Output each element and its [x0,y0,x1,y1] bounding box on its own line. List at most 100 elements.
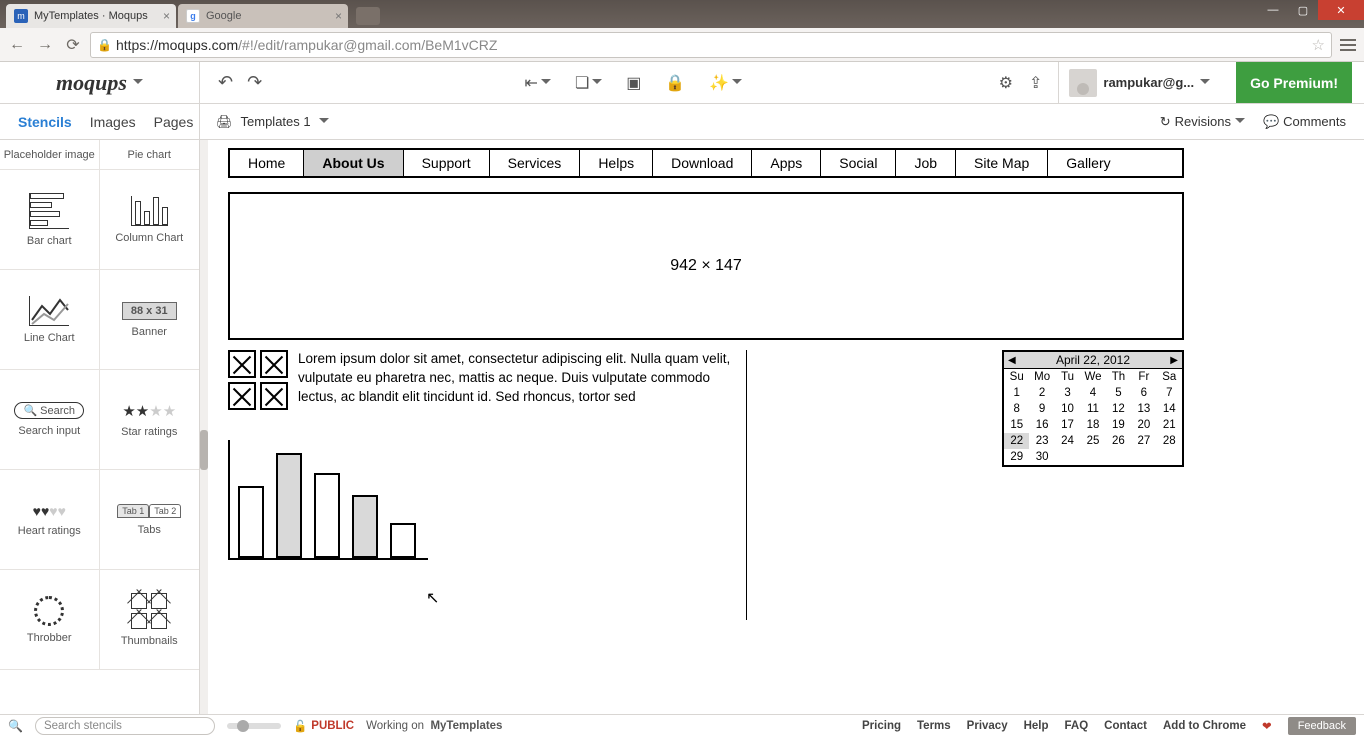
calendar-day[interactable]: 23 [1029,433,1054,449]
maximize-button[interactable]: ▢ [1288,0,1318,20]
footer-link[interactable]: Add to Chrome [1163,720,1246,732]
mock-nav-item[interactable]: Job [896,150,956,176]
chrome-menu-button[interactable] [1338,39,1358,51]
calendar-day[interactable]: 6 [1131,385,1156,401]
comments-button[interactable]: 💬 Comments [1263,114,1346,130]
wand-button[interactable]: ✨ [709,73,742,93]
calendar-day[interactable]: 11 [1080,401,1105,417]
mock-nav-item[interactable]: Home [230,150,304,176]
mock-nav-item[interactable]: About Us [304,150,403,176]
close-icon[interactable]: × [335,9,342,23]
calendar-prev-icon[interactable]: ◀ [1008,355,1016,366]
reload-button[interactable]: ⟳ [62,34,84,56]
undo-button[interactable]: ↶ [218,72,233,93]
stencil-star-ratings[interactable]: ★★★★ Star ratings [100,370,200,470]
share-button[interactable]: ⇪ [1029,73,1042,93]
footer-link[interactable]: Privacy [967,720,1008,732]
stencil-throbber[interactable]: Throbber [0,570,100,670]
mock-nav-item[interactable]: Support [404,150,490,176]
browser-tab-inactive[interactable]: g Google × [178,4,348,28]
mock-nav-item[interactable]: Gallery [1048,150,1128,176]
mock-nav-item[interactable]: Helps [580,150,653,176]
calendar-day[interactable]: 14 [1157,401,1182,417]
new-tab-button[interactable] [356,7,380,25]
visibility-badge[interactable]: 🔓 PUBLIC [293,719,354,733]
stencil-search-input[interactable]: Search stencils [35,717,215,735]
calendar-day[interactable]: 21 [1157,417,1182,433]
canvas[interactable]: HomeAbout UsSupportServicesHelpsDownload… [208,140,1364,714]
browser-tab-active[interactable]: m MyTemplates · Moqups × [6,4,176,28]
calendar-day[interactable]: 5 [1106,385,1131,401]
stencil-thumbnails[interactable]: Thumbnails [100,570,200,670]
mock-nav-item[interactable]: Apps [752,150,821,176]
calendar-day[interactable]: 29 [1004,449,1029,465]
mock-nav-item[interactable]: Site Map [956,150,1048,176]
footer-link[interactable]: Help [1024,720,1049,732]
heart-icon[interactable]: ❤ [1262,719,1272,733]
calendar-next-icon[interactable]: ▶ [1170,355,1178,366]
calendar-day[interactable]: 9 [1029,401,1054,417]
stencil-banner[interactable]: 88 x 31 Banner [100,270,200,370]
redo-button[interactable]: ↷ [247,72,262,93]
calendar-day[interactable]: 16 [1029,417,1054,433]
tab-stencils[interactable]: Stencils [18,114,72,130]
close-icon[interactable]: × [163,9,170,23]
tab-pages[interactable]: Pages [154,114,194,130]
align-button[interactable]: ⇤ [525,73,551,93]
minimize-button[interactable]: — [1258,0,1288,20]
calendar-day[interactable]: 7 [1157,385,1182,401]
calendar-day[interactable]: 10 [1055,401,1080,417]
mock-nav-item[interactable]: Download [653,150,752,176]
user-menu[interactable]: rampukar@g... [1058,62,1220,103]
stencil-pie-chart[interactable]: Pie chart [100,140,200,170]
mock-column-chart[interactable] [228,440,428,560]
calendar-day[interactable]: 27 [1131,433,1156,449]
back-button[interactable]: ← [6,34,28,56]
stencil-scrollbar[interactable] [200,140,208,714]
calendar-day[interactable]: 13 [1131,401,1156,417]
calendar-day[interactable]: 22 [1004,433,1029,449]
templates-selector[interactable]: 🖨 Templates 1 [200,114,329,130]
calendar-day[interactable]: 24 [1055,433,1080,449]
bookmark-star-icon[interactable]: ☆ [1312,36,1325,54]
calendar-day[interactable]: 8 [1004,401,1029,417]
mock-thumbnails[interactable] [228,350,288,410]
lock-button[interactable]: 🔒 [665,73,685,93]
calendar-day[interactable]: 26 [1106,433,1131,449]
calendar-day[interactable]: 1 [1004,385,1029,401]
mock-nav[interactable]: HomeAbout UsSupportServicesHelpsDownload… [228,148,1184,178]
calendar-day[interactable]: 18 [1080,417,1105,433]
url-bar[interactable]: 🔒 https://moqups.com/#!/edit/rampukar@gm… [90,32,1332,58]
calendar-day[interactable]: 2 [1029,385,1054,401]
footer-link[interactable]: FAQ [1065,720,1089,732]
calendar-day[interactable]: 17 [1055,417,1080,433]
chevron-down-icon[interactable] [133,79,143,89]
stencil-line-chart[interactable]: Line Chart [0,270,100,370]
calendar-day[interactable]: 12 [1106,401,1131,417]
forward-button[interactable]: → [34,34,56,56]
calendar-day[interactable]: 30 [1029,449,1054,465]
mock-nav-item[interactable]: Services [490,150,581,176]
mock-calendar[interactable]: ◀ April 22, 2012 ▶ SuMoTuWeThFrSa1234567… [1002,350,1184,467]
zoom-slider[interactable] [227,723,281,729]
stencil-column-chart[interactable]: Column Chart [100,170,200,270]
tab-images[interactable]: Images [90,114,136,130]
layers-button[interactable]: ❏ [575,73,602,93]
settings-button[interactable]: ⚙ [999,73,1013,93]
calendar-day[interactable]: 28 [1157,433,1182,449]
stencil-placeholder-image[interactable]: Placeholder image [0,140,100,170]
calendar-day[interactable]: 25 [1080,433,1105,449]
go-premium-button[interactable]: Go Premium! [1236,62,1352,103]
feedback-button[interactable]: Feedback [1288,717,1356,735]
footer-link[interactable]: Pricing [862,720,901,732]
mock-hero-placeholder[interactable]: 942 × 147 [228,192,1184,340]
calendar-day[interactable]: 19 [1106,417,1131,433]
calendar-day[interactable]: 3 [1055,385,1080,401]
window-close-button[interactable]: ✕ [1318,0,1364,20]
mock-nav-item[interactable]: Social [821,150,896,176]
calendar-day[interactable]: 15 [1004,417,1029,433]
calendar-day[interactable]: 4 [1080,385,1105,401]
footer-link[interactable]: Terms [917,720,951,732]
scroll-thumb[interactable] [200,430,208,470]
stencil-bar-chart[interactable]: Bar chart [0,170,100,270]
